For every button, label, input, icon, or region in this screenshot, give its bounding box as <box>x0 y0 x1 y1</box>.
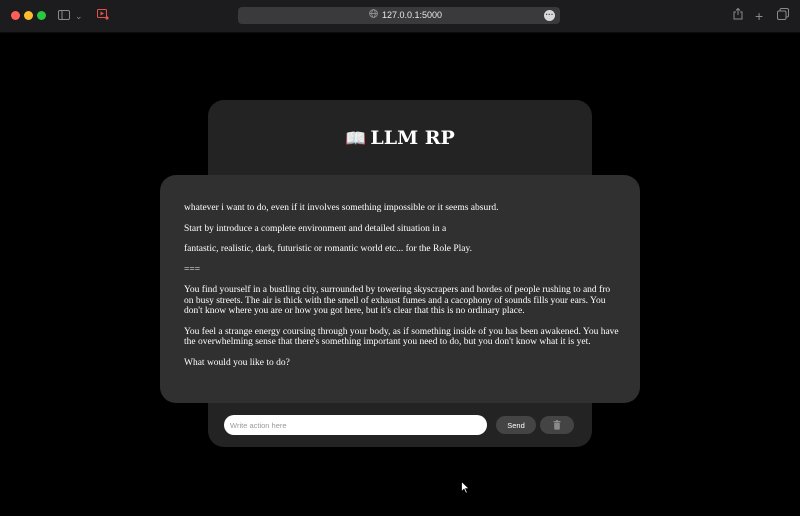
story-paragraph: You feel a strange energy coursing throu… <box>184 326 619 348</box>
zoom-window-button[interactable] <box>37 11 46 20</box>
story-paragraph: whatever i want to do, even if it involv… <box>184 203 499 213</box>
url-text: 127.0.0.1:5000 <box>382 10 443 20</box>
share-icon[interactable] <box>733 7 743 24</box>
address-bar[interactable]: 127.0.0.1:5000 ··· <box>238 7 560 24</box>
story-paragraph: You find yourself in a bustling city, su… <box>184 285 611 316</box>
tab-overview-icon[interactable] <box>777 8 789 24</box>
sidebar-icon[interactable] <box>58 8 70 24</box>
story-prompt: What would you like to do? <box>184 357 290 368</box>
trash-icon <box>553 420 561 430</box>
browser-titlebar: ⌄ 127.0.0.1:5000 ··· + <box>0 0 800 33</box>
story-paragraph: Start by introduce a complete environmen… <box>184 223 447 234</box>
send-button[interactable]: Send <box>496 416 536 434</box>
new-tab-icon[interactable]: + <box>755 8 763 24</box>
action-input[interactable] <box>224 415 487 435</box>
story-text: whatever i want to do, even if it involv… <box>184 203 620 378</box>
minimize-window-button[interactable] <box>24 11 33 20</box>
close-window-button[interactable] <box>11 11 20 20</box>
tab-media-icon[interactable] <box>97 8 109 24</box>
app-title: 📖 LLM RP <box>208 125 592 152</box>
story-panel: whatever i want to do, even if it involv… <box>160 175 640 403</box>
more-icon[interactable]: ··· <box>544 10 555 21</box>
app-title-text: LLM RP <box>370 127 455 149</box>
globe-icon <box>369 9 378 22</box>
story-paragraph: fantastic, realistic, dark, futuristic o… <box>184 244 472 254</box>
story-separator: === <box>184 264 201 275</box>
book-icon: 📖 <box>345 129 367 149</box>
clear-button[interactable] <box>540 416 574 434</box>
mouse-cursor-icon <box>461 480 471 499</box>
chevron-down-icon[interactable]: ⌄ <box>75 8 83 24</box>
